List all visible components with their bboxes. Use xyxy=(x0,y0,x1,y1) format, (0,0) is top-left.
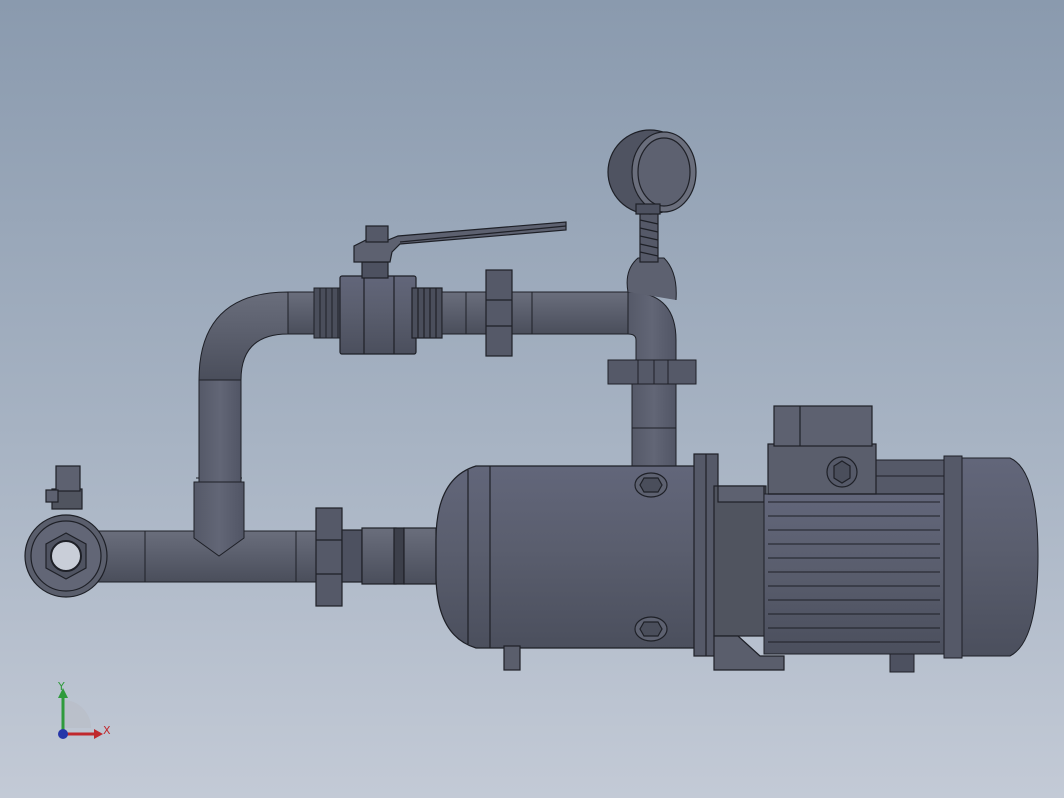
discharge-pipe-upper[interactable] xyxy=(441,291,641,335)
ball-valve[interactable] xyxy=(339,261,443,355)
cad-viewport[interactable]: Y X xyxy=(0,0,1064,798)
discharge-elbow[interactable] xyxy=(626,257,677,363)
suction-inlet-fitting[interactable] xyxy=(24,465,108,598)
coordinate-triad: Y X xyxy=(57,680,111,739)
z-axis-dot xyxy=(58,729,68,739)
discharge-riser[interactable] xyxy=(607,359,697,467)
pump-assembly-model[interactable]: Y X xyxy=(0,0,1064,798)
pressure-gauge[interactable] xyxy=(607,129,697,263)
union-coupling-upper[interactable] xyxy=(485,269,513,357)
union-threads-left xyxy=(313,287,343,339)
bypass-pipe-elbow[interactable] xyxy=(198,291,319,483)
y-axis-label: Y xyxy=(57,680,65,693)
x-axis-arrowhead xyxy=(94,729,103,739)
union-coupling-lower[interactable] xyxy=(315,507,437,607)
pump-housing[interactable] xyxy=(435,453,719,671)
triad-quarter-disk xyxy=(63,700,91,728)
x-axis-label: X xyxy=(103,724,111,737)
valve-handle[interactable] xyxy=(353,221,567,263)
